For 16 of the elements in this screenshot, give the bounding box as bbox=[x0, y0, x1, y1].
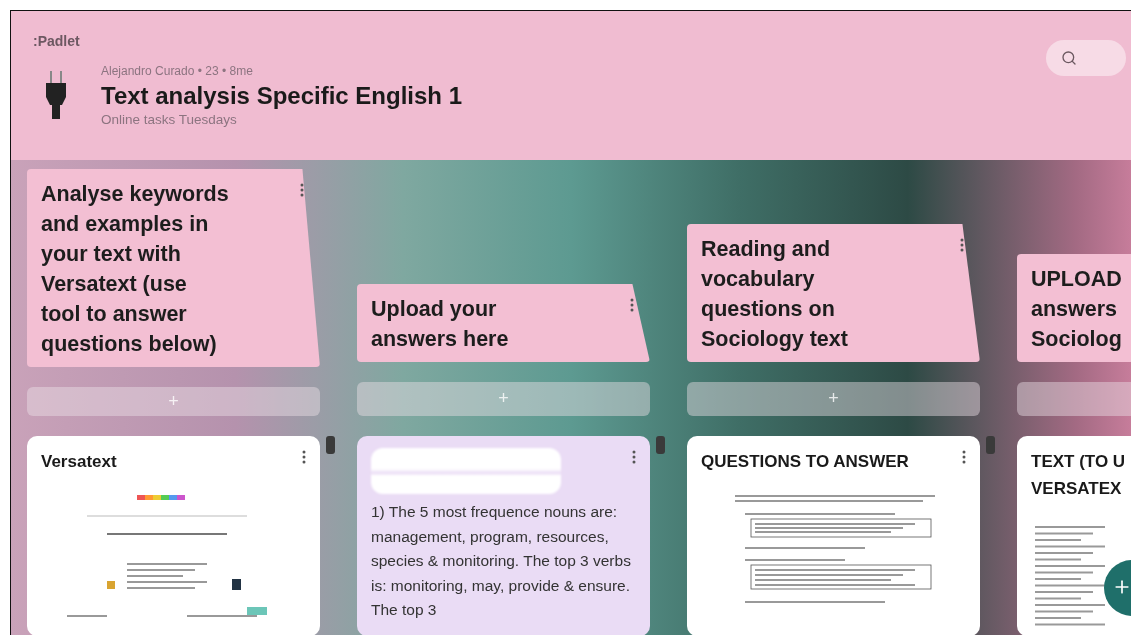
post-body: 1) The 5 most frequence nouns are: management, program, resources, species & monitoring. The top 3 verbs is: monitoring, may, provide & ensure. The top 3 bbox=[371, 502, 632, 620]
board-subtitle: Online tasks Tuesdays bbox=[101, 112, 238, 127]
column-title: Upload your answers here bbox=[371, 295, 510, 353]
board-meta: Alejandro Curado • 23 • 8me bbox=[101, 64, 254, 78]
post-title: TEXT (TO U VERSATEX bbox=[1031, 451, 1126, 500]
post-card[interactable]: QUESTIONS TO ANSWER bbox=[687, 436, 980, 635]
post-card[interactable]: 1) The 5 most frequence nouns are: management, program, resources, species & monitoring. The top 3 verbs is: monitoring, may, provide & ensure. The top 3 bbox=[357, 436, 650, 635]
post-title: QUESTIONS TO ANSWER bbox=[701, 451, 909, 473]
post-card[interactable]: TEXT (TO U VERSATEX bbox=[1017, 436, 1131, 635]
post-title: Versatext bbox=[41, 451, 117, 473]
padlet-logo[interactable]: :Padlet bbox=[33, 33, 80, 49]
board-title: Text analysis Specific English 1 bbox=[101, 82, 463, 110]
column-title: Reading and vocabulary questions on Sociology text bbox=[701, 235, 849, 353]
column-title: UPLOAD answers Sociolog bbox=[1031, 265, 1123, 353]
column-title: Analyse keywords and examples in your text with Versatext (use tool to answer questions below) bbox=[41, 181, 230, 358]
post-card[interactable]: Versatext bbox=[27, 436, 320, 635]
